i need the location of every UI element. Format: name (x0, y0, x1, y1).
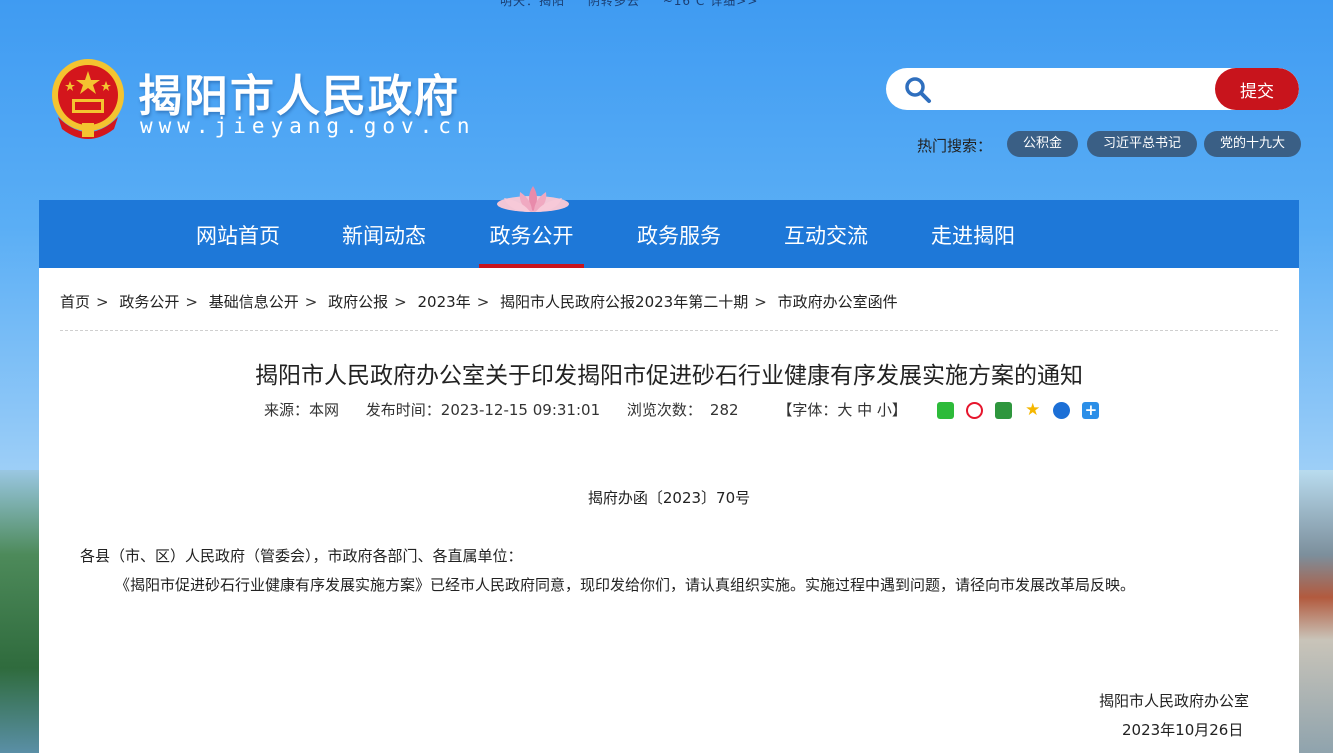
salutation: 各县（市、区）人民政府（管委会），市政府各部门、各直属单位： (80, 547, 523, 565)
nav-item-services[interactable]: 政务服务 (636, 200, 722, 268)
search-input[interactable] (944, 74, 1218, 106)
weather-bar: 明天：揭阳 阴转多云 ~16℃ 详细>> (500, 0, 776, 9)
breadcrumb-home[interactable]: 首页 (60, 293, 90, 311)
article-publish-time: 发布时间：2023-12-15 09:31:01 (365, 401, 601, 419)
signature: 揭阳市人民政府办公室 (1099, 692, 1250, 710)
search-box: 提交 (886, 68, 1299, 110)
background-scenery-left (0, 470, 40, 753)
body-paragraph: 《揭阳市促进砂石行业健康有序发展实施方案》已经市人民政府同意，现印发给你们，请认… (115, 576, 1136, 594)
breadcrumb-issue[interactable]: 揭阳市人民政府公报2023年第二十期 (500, 293, 748, 311)
breadcrumb-gazette[interactable]: 政府公报 (328, 293, 388, 311)
qzone-icon[interactable]: ★ (1024, 402, 1041, 419)
nav-item-home[interactable]: 网站首页 (195, 200, 281, 268)
weather-day: 明天：揭阳 (500, 0, 566, 8)
font-size-control[interactable]: 【字体：大 中 小】 (777, 401, 907, 419)
hot-tag-xijinping[interactable]: 习近平总书记 (1087, 131, 1198, 157)
weibo-icon[interactable] (966, 402, 984, 419)
article-title: 揭阳市人民政府办公室关于印发揭阳市促进砂石行业健康有序发展实施方案的通知 (255, 363, 1083, 389)
lotus-decoration-icon (497, 186, 569, 212)
background-scenery-right (1299, 470, 1333, 753)
breadcrumb-basic-info[interactable]: 基础信息公开 (209, 293, 299, 311)
content-panel: 首页 > 政务公开 > 基础信息公开 > 政府公报 > 2023年 > 揭阳市人民政府公报… (39, 268, 1299, 753)
share-bar: ★ + (937, 400, 1106, 419)
search-icon (905, 77, 931, 103)
more-share-icon[interactable]: + (1082, 402, 1100, 419)
weather-condition: 阴转多云 (587, 0, 640, 8)
site-url: www.jieyang.gov.cn (140, 114, 476, 138)
nav-item-news[interactable]: 新闻动态 (341, 200, 427, 268)
wechat-icon[interactable] (937, 402, 954, 419)
article-meta: 来源：本网 发布时间：2023-12-15 09:31:01 浏览次数： 282 … (264, 399, 929, 420)
breadcrumb-current[interactable]: 市政府办公室函件 (778, 293, 898, 311)
hot-search-label: 热门搜索： (917, 137, 993, 155)
article-views-label: 浏览次数： (626, 401, 702, 419)
weather-temp[interactable]: ~16℃ 详细>> (663, 0, 759, 8)
article-views: 282 (709, 401, 739, 419)
breadcrumb: 首页 > 政务公开 > 基础信息公开 > 政府公报 > 2023年 > 揭阳市人民政府公报… (60, 293, 898, 311)
breadcrumb-gov-affairs[interactable]: 政务公开 (119, 293, 179, 311)
search-submit-button[interactable]: 提交 (1215, 68, 1299, 110)
article-source: 来源：本网 (264, 401, 340, 419)
renren-icon[interactable] (1053, 402, 1071, 419)
douban-icon[interactable] (995, 402, 1013, 419)
national-emblem-icon (52, 59, 124, 139)
divider (60, 330, 1278, 331)
hot-tag-19th-congress[interactable]: 党的十九大 (1204, 131, 1302, 157)
nav-item-about-jieyang[interactable]: 走进揭阳 (930, 200, 1016, 268)
hot-tag-gongjijin[interactable]: 公积金 (1007, 131, 1079, 157)
nav-item-interaction[interactable]: 互动交流 (783, 200, 869, 268)
issue-date: 2023年10月26日 (1122, 721, 1244, 739)
breadcrumb-year[interactable]: 2023年 (418, 293, 471, 311)
document-number: 揭府办函〔2023〕70号 (587, 489, 751, 507)
main-nav: 网站首页 新闻动态 政务公开 政务服务 互动交流 走进揭阳 (39, 200, 1299, 268)
